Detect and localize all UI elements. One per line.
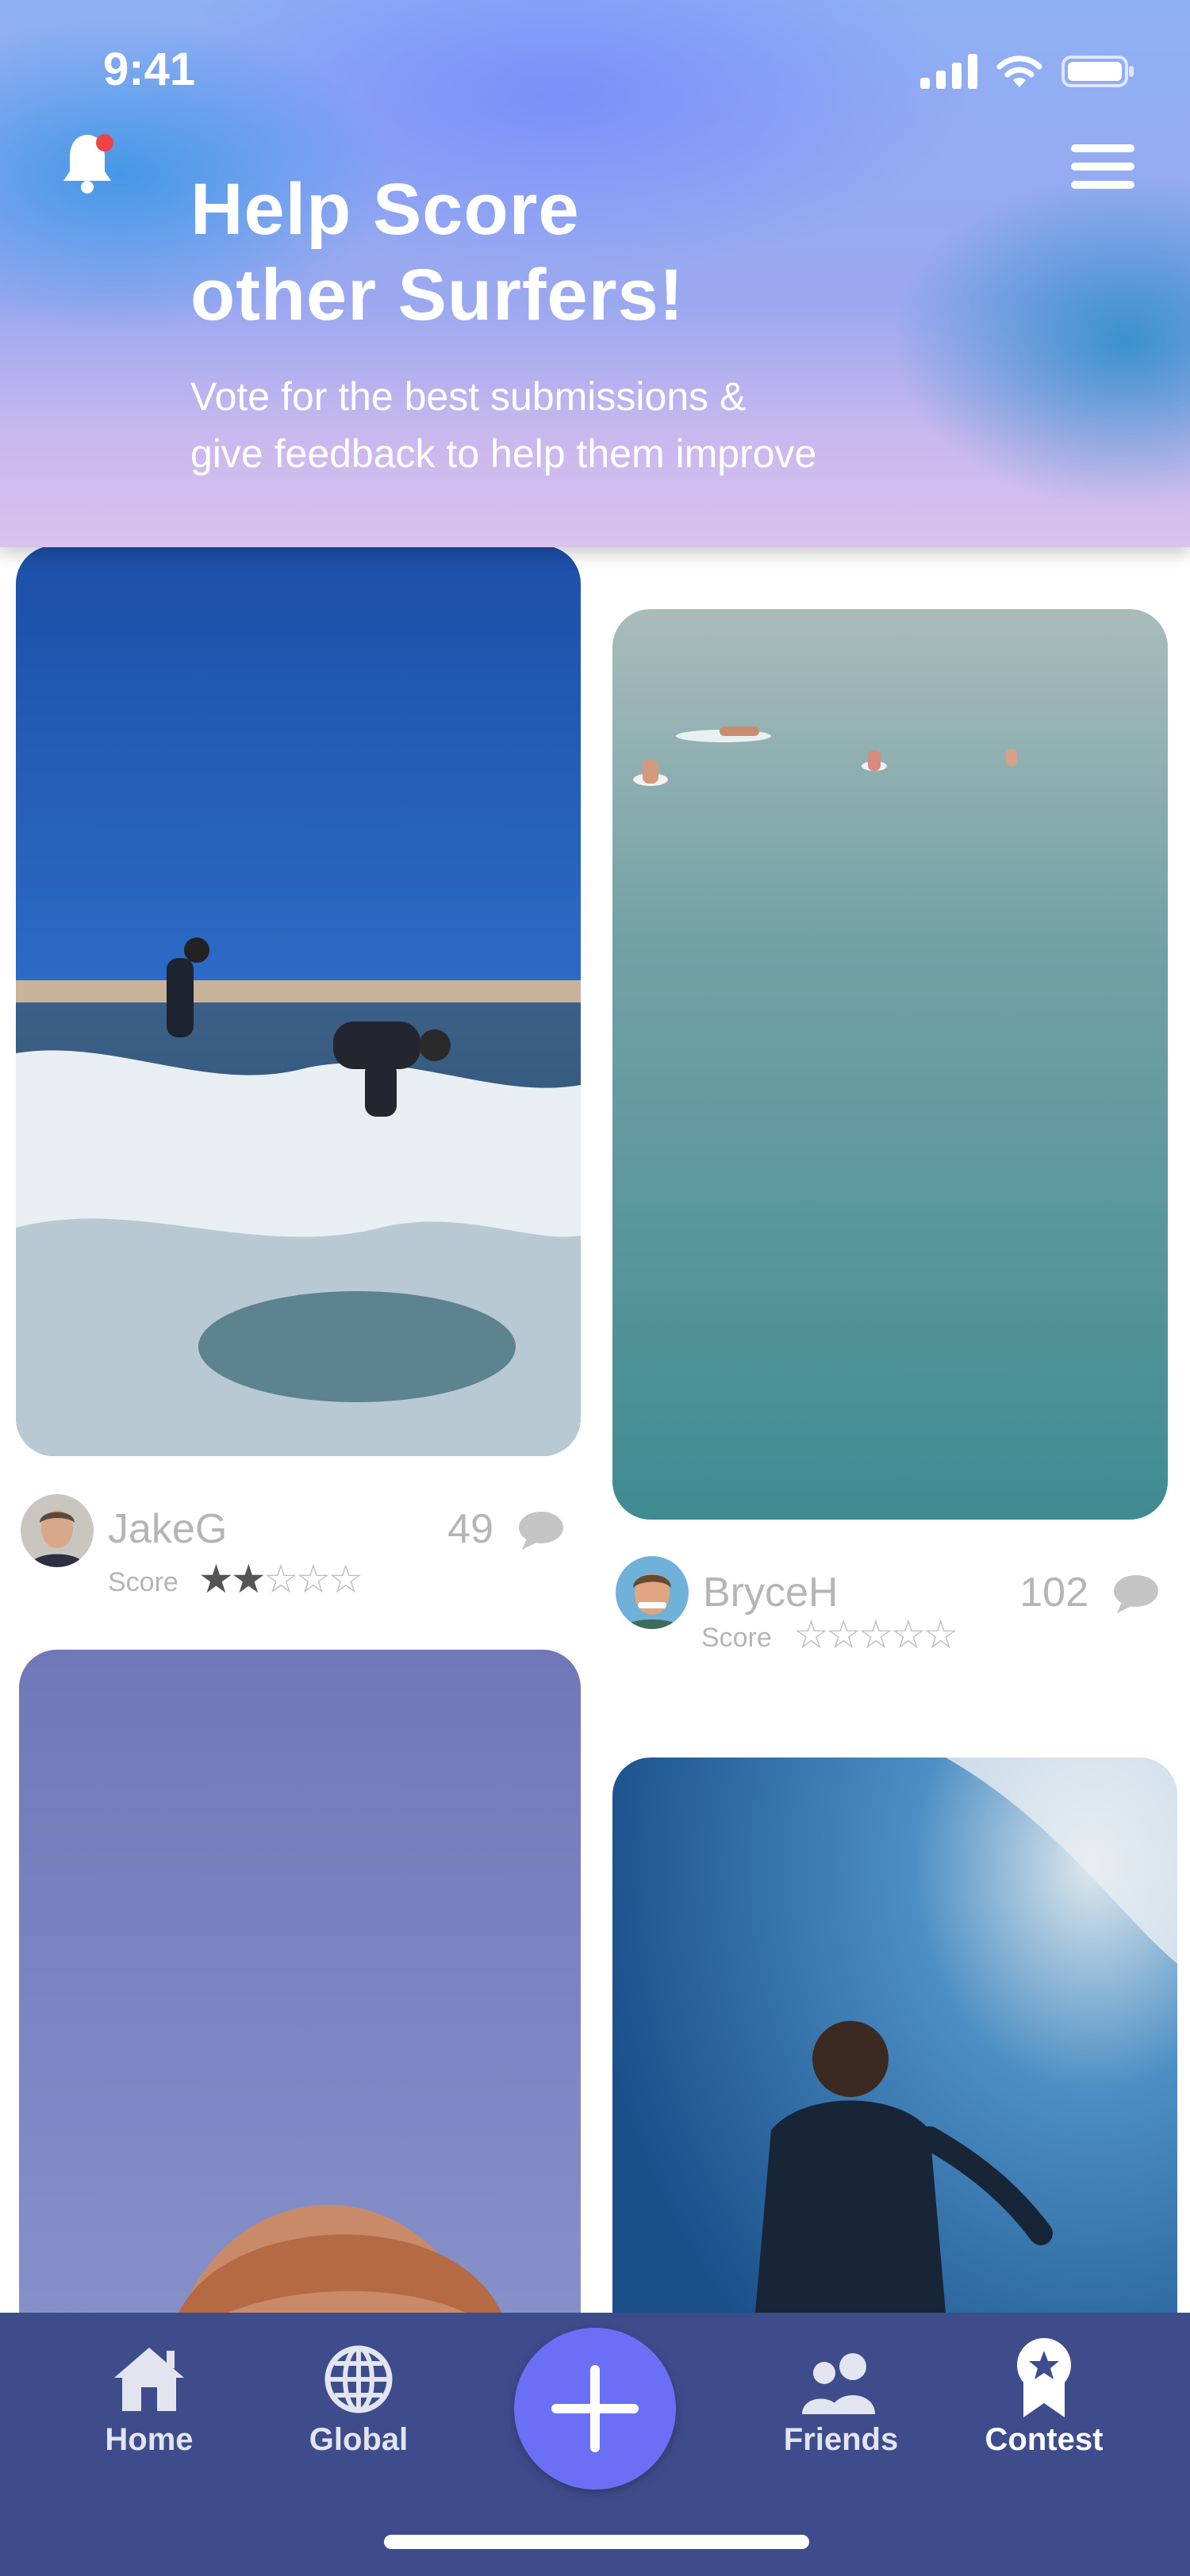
status-icons xyxy=(920,54,1134,89)
hamburger-menu-icon[interactable] xyxy=(1071,144,1134,189)
username[interactable]: BryceH xyxy=(703,1569,838,1616)
video-thumbnail[interactable] xyxy=(16,546,581,1456)
contest-header: 9:41 Help Score other Surfers! Vote for … xyxy=(0,0,1190,547)
notification-bell-icon[interactable] xyxy=(57,128,121,197)
star-filled-icon[interactable]: ★ xyxy=(198,1557,234,1601)
star-empty-icon[interactable]: ☆ xyxy=(923,1612,958,1657)
score-label: Score xyxy=(701,1623,772,1653)
status-time: 9:41 xyxy=(103,44,196,95)
star-empty-icon[interactable]: ☆ xyxy=(793,1612,829,1657)
star-empty-icon[interactable]: ☆ xyxy=(890,1612,926,1657)
tab-global[interactable]: Global xyxy=(255,2313,462,2463)
comment-bubble-icon[interactable] xyxy=(1112,1574,1160,1615)
comment-count: 102 xyxy=(1019,1570,1088,1616)
star-empty-icon[interactable]: ☆ xyxy=(295,1557,331,1601)
home-indicator[interactable] xyxy=(384,2535,809,2549)
star-rating[interactable]: ☆☆☆☆☆ xyxy=(793,1612,958,1657)
avatar[interactable] xyxy=(21,1494,94,1567)
tab-label: Home xyxy=(105,2422,194,2457)
battery-icon xyxy=(1061,56,1134,87)
tab-home[interactable]: Home xyxy=(46,2313,252,2463)
add-submission-button[interactable] xyxy=(514,2328,676,2490)
star-rating[interactable]: ★★☆☆☆ xyxy=(198,1557,363,1601)
page-subtitle: Vote for the best submissions & give fee… xyxy=(190,374,817,476)
friends-icon xyxy=(802,2353,875,2414)
score-label: Score xyxy=(108,1567,178,1597)
star-empty-icon[interactable]: ☆ xyxy=(328,1557,363,1601)
tab-label: Contest xyxy=(985,2422,1104,2457)
avatar[interactable] xyxy=(616,1556,689,1629)
tab-label: Friends xyxy=(783,2422,899,2457)
username[interactable]: JakeG xyxy=(108,1505,227,1553)
star-empty-icon[interactable]: ☆ xyxy=(263,1557,299,1601)
wifi-icon xyxy=(996,56,1042,87)
cellular-signal-icon xyxy=(920,54,977,89)
home-icon xyxy=(114,2348,184,2411)
tab-contest[interactable]: Contest xyxy=(941,2313,1147,2463)
contest-ribbon-icon xyxy=(1017,2338,1071,2417)
comment-bubble-icon[interactable] xyxy=(517,1510,565,1551)
globe-icon xyxy=(324,2345,393,2413)
comment-count: 49 xyxy=(447,1506,493,1552)
star-empty-icon[interactable]: ☆ xyxy=(858,1612,894,1657)
page-title: Help Score other Surfers! xyxy=(190,169,685,335)
star-empty-icon[interactable]: ☆ xyxy=(826,1612,862,1657)
star-filled-icon[interactable]: ★ xyxy=(231,1557,267,1601)
tab-label: Global xyxy=(309,2422,409,2457)
video-thumbnail[interactable] xyxy=(612,609,1168,1520)
tab-friends[interactable]: Friends xyxy=(738,2313,944,2463)
notification-dot xyxy=(96,134,113,151)
